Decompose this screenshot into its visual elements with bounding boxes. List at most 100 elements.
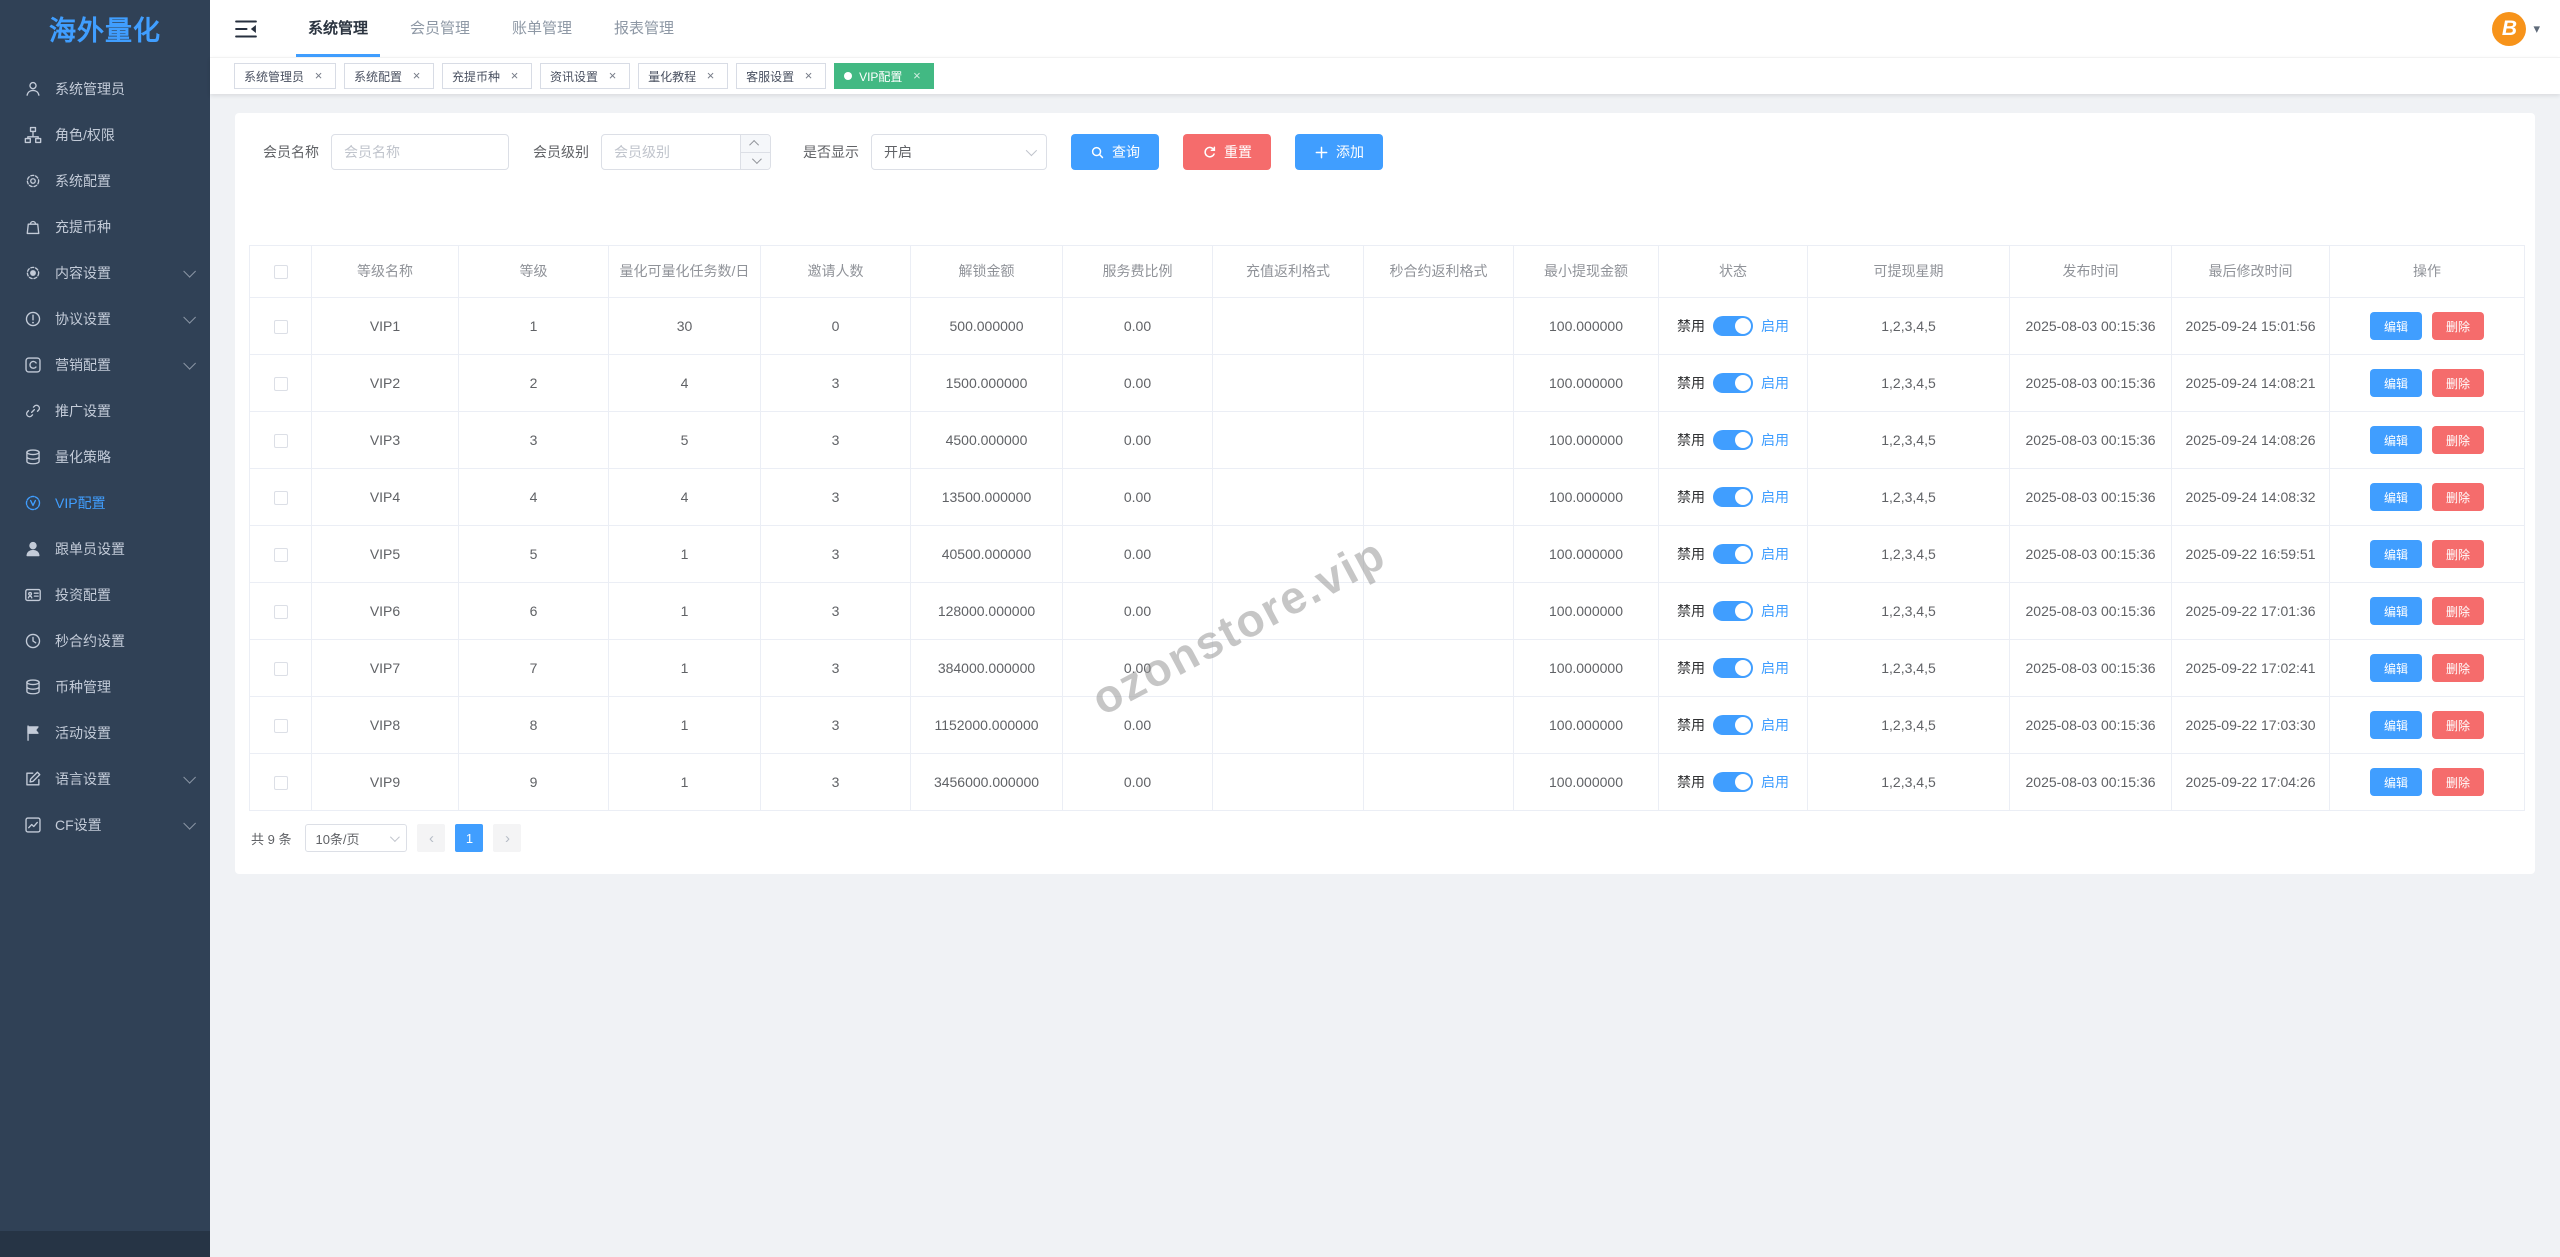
- sidebar-item-language-settings[interactable]: 语言设置: [0, 756, 210, 802]
- cell-invites: 3: [761, 412, 911, 469]
- sidebar-collapse-bar[interactable]: [0, 1231, 210, 1257]
- sidebar-item-cf-settings[interactable]: CF设置: [0, 802, 210, 848]
- toggle-knob: [1735, 603, 1751, 619]
- sidebar-item-agreement-settings[interactable]: 协议设置: [0, 296, 210, 342]
- spinner-down-icon[interactable]: [741, 152, 770, 170]
- row-checkbox[interactable]: [274, 605, 288, 619]
- row-checkbox[interactable]: [274, 662, 288, 676]
- member-level-label: 会员级别: [533, 142, 589, 162]
- sidebar-item-promotion-settings[interactable]: 推广设置: [0, 388, 210, 434]
- tab-report-management[interactable]: 报表管理: [602, 0, 686, 57]
- edit-button[interactable]: 编辑: [2370, 483, 2422, 511]
- sidebar-item-system-admin[interactable]: 系统管理员: [0, 66, 210, 112]
- next-page-button[interactable]: ›: [493, 824, 521, 852]
- tag-vip-config[interactable]: VIP配置×: [834, 63, 934, 89]
- status-toggle[interactable]: [1713, 601, 1753, 621]
- current-page-button[interactable]: 1: [455, 824, 483, 852]
- tab-member-management[interactable]: 会员管理: [398, 0, 482, 57]
- row-checkbox[interactable]: [274, 434, 288, 448]
- edit-button[interactable]: 编辑: [2370, 654, 2422, 682]
- reset-button[interactable]: 重置: [1183, 134, 1271, 170]
- chevron-down-icon[interactable]: ▾: [2533, 21, 2540, 37]
- status-toggle[interactable]: [1713, 772, 1753, 792]
- sidebar-item-roles-permissions[interactable]: 角色/权限: [0, 112, 210, 158]
- sidebar-item-vip-config[interactable]: VIP配置: [0, 480, 210, 526]
- add-button[interactable]: 添加: [1295, 134, 1383, 170]
- close-icon[interactable]: ×: [311, 69, 326, 84]
- sidebar-item-activity-settings[interactable]: 活动设置: [0, 710, 210, 756]
- tab-system-management[interactable]: 系统管理: [296, 0, 380, 57]
- show-status-select[interactable]: 开启: [871, 134, 1047, 170]
- edit-button[interactable]: 编辑: [2370, 369, 2422, 397]
- status-toggle[interactable]: [1713, 316, 1753, 336]
- row-checkbox[interactable]: [274, 377, 288, 391]
- sidebar-item-follow-trader-settings[interactable]: 跟单员设置: [0, 526, 210, 572]
- row-checkbox[interactable]: [274, 548, 288, 562]
- close-icon[interactable]: ×: [605, 69, 620, 84]
- close-icon[interactable]: ×: [507, 69, 522, 84]
- table-header-row: 等级名称等级量化可量化任务数/日邀请人数解锁金额服务费比例充值返利格式秒合约返利…: [250, 246, 2525, 298]
- status-toggle[interactable]: [1713, 658, 1753, 678]
- collapse-menu-icon[interactable]: [228, 0, 264, 57]
- row-checkbox[interactable]: [274, 776, 288, 790]
- status-toggle[interactable]: [1713, 373, 1753, 393]
- status-toggle[interactable]: [1713, 430, 1753, 450]
- edit-button[interactable]: 编辑: [2370, 540, 2422, 568]
- tag-deposit-withdraw-coins[interactable]: 充提币种×: [442, 63, 532, 89]
- delete-button[interactable]: 删除: [2432, 597, 2484, 625]
- status-toggle[interactable]: [1713, 487, 1753, 507]
- cell-unlock-amount: 384000.000000: [911, 640, 1063, 697]
- close-icon[interactable]: ×: [801, 69, 816, 84]
- bitcoin-avatar[interactable]: B: [2492, 12, 2526, 46]
- cell-status: 禁用启用: [1659, 298, 1808, 355]
- sidebar-item-coin-management[interactable]: 币种管理: [0, 664, 210, 710]
- delete-button[interactable]: 删除: [2432, 483, 2484, 511]
- close-icon[interactable]: ×: [703, 69, 718, 84]
- tag-system-config[interactable]: 系统配置×: [344, 63, 434, 89]
- delete-button[interactable]: 删除: [2432, 369, 2484, 397]
- delete-button[interactable]: 删除: [2432, 426, 2484, 454]
- sidebar-item-investment-config[interactable]: 投资配置: [0, 572, 210, 618]
- edit-button[interactable]: 编辑: [2370, 312, 2422, 340]
- delete-button[interactable]: 删除: [2432, 540, 2484, 568]
- page-size-select[interactable]: 10条/页: [305, 824, 407, 852]
- sidebar-menu: 系统管理员角色/权限系统配置充提币种内容设置协议设置营销配置推广设置量化策略VI…: [0, 62, 210, 848]
- sidebar-item-quant-strategy[interactable]: 量化策略: [0, 434, 210, 480]
- tag-news-settings[interactable]: 资讯设置×: [540, 63, 630, 89]
- delete-button[interactable]: 删除: [2432, 711, 2484, 739]
- edit-button[interactable]: 编辑: [2370, 426, 2422, 454]
- sidebar-item-marketing-config[interactable]: 营销配置: [0, 342, 210, 388]
- spinner-up-icon[interactable]: [741, 135, 770, 152]
- close-icon[interactable]: ×: [909, 69, 924, 84]
- member-name-input[interactable]: [331, 134, 509, 170]
- status-toggle[interactable]: [1713, 544, 1753, 564]
- close-icon[interactable]: ×: [409, 69, 424, 84]
- sidebar-item-deposit-withdraw-coins[interactable]: 充提币种: [0, 204, 210, 250]
- select-all-checkbox[interactable]: [274, 265, 288, 279]
- tag-quant-tutorial[interactable]: 量化教程 ×: [638, 63, 728, 89]
- row-checkbox[interactable]: [274, 320, 288, 334]
- edit-button[interactable]: 编辑: [2370, 768, 2422, 796]
- table-row: VIP99133456000.0000000.00100.000000禁用启用1…: [250, 754, 2525, 811]
- cell-level: 1: [459, 298, 609, 355]
- cell-status: 禁用启用: [1659, 640, 1808, 697]
- row-checkbox[interactable]: [274, 491, 288, 505]
- delete-button[interactable]: 删除: [2432, 654, 2484, 682]
- status-toggle[interactable]: [1713, 715, 1753, 735]
- search-button[interactable]: 查询: [1071, 134, 1159, 170]
- prev-page-button[interactable]: ‹: [417, 824, 445, 852]
- tab-bill-management[interactable]: 账单管理: [500, 0, 584, 57]
- tag-system-admin[interactable]: 系统管理员×: [234, 63, 336, 89]
- sidebar-item-seconds-contract-settings[interactable]: 秒合约设置: [0, 618, 210, 664]
- delete-button[interactable]: 删除: [2432, 312, 2484, 340]
- edit-button[interactable]: 编辑: [2370, 597, 2422, 625]
- sidebar-item-content-settings[interactable]: 内容设置: [0, 250, 210, 296]
- tag-label: 量化教程: [648, 68, 696, 85]
- edit-button[interactable]: 编辑: [2370, 711, 2422, 739]
- cell-publish-time: 2025-08-03 00:15:36: [2010, 697, 2172, 754]
- row-checkbox[interactable]: [274, 719, 288, 733]
- tag-customer-service-settings[interactable]: 客服设置×: [736, 63, 826, 89]
- sidebar-item-system-config[interactable]: 系统配置: [0, 158, 210, 204]
- column-header: 等级: [459, 246, 609, 298]
- delete-button[interactable]: 删除: [2432, 768, 2484, 796]
